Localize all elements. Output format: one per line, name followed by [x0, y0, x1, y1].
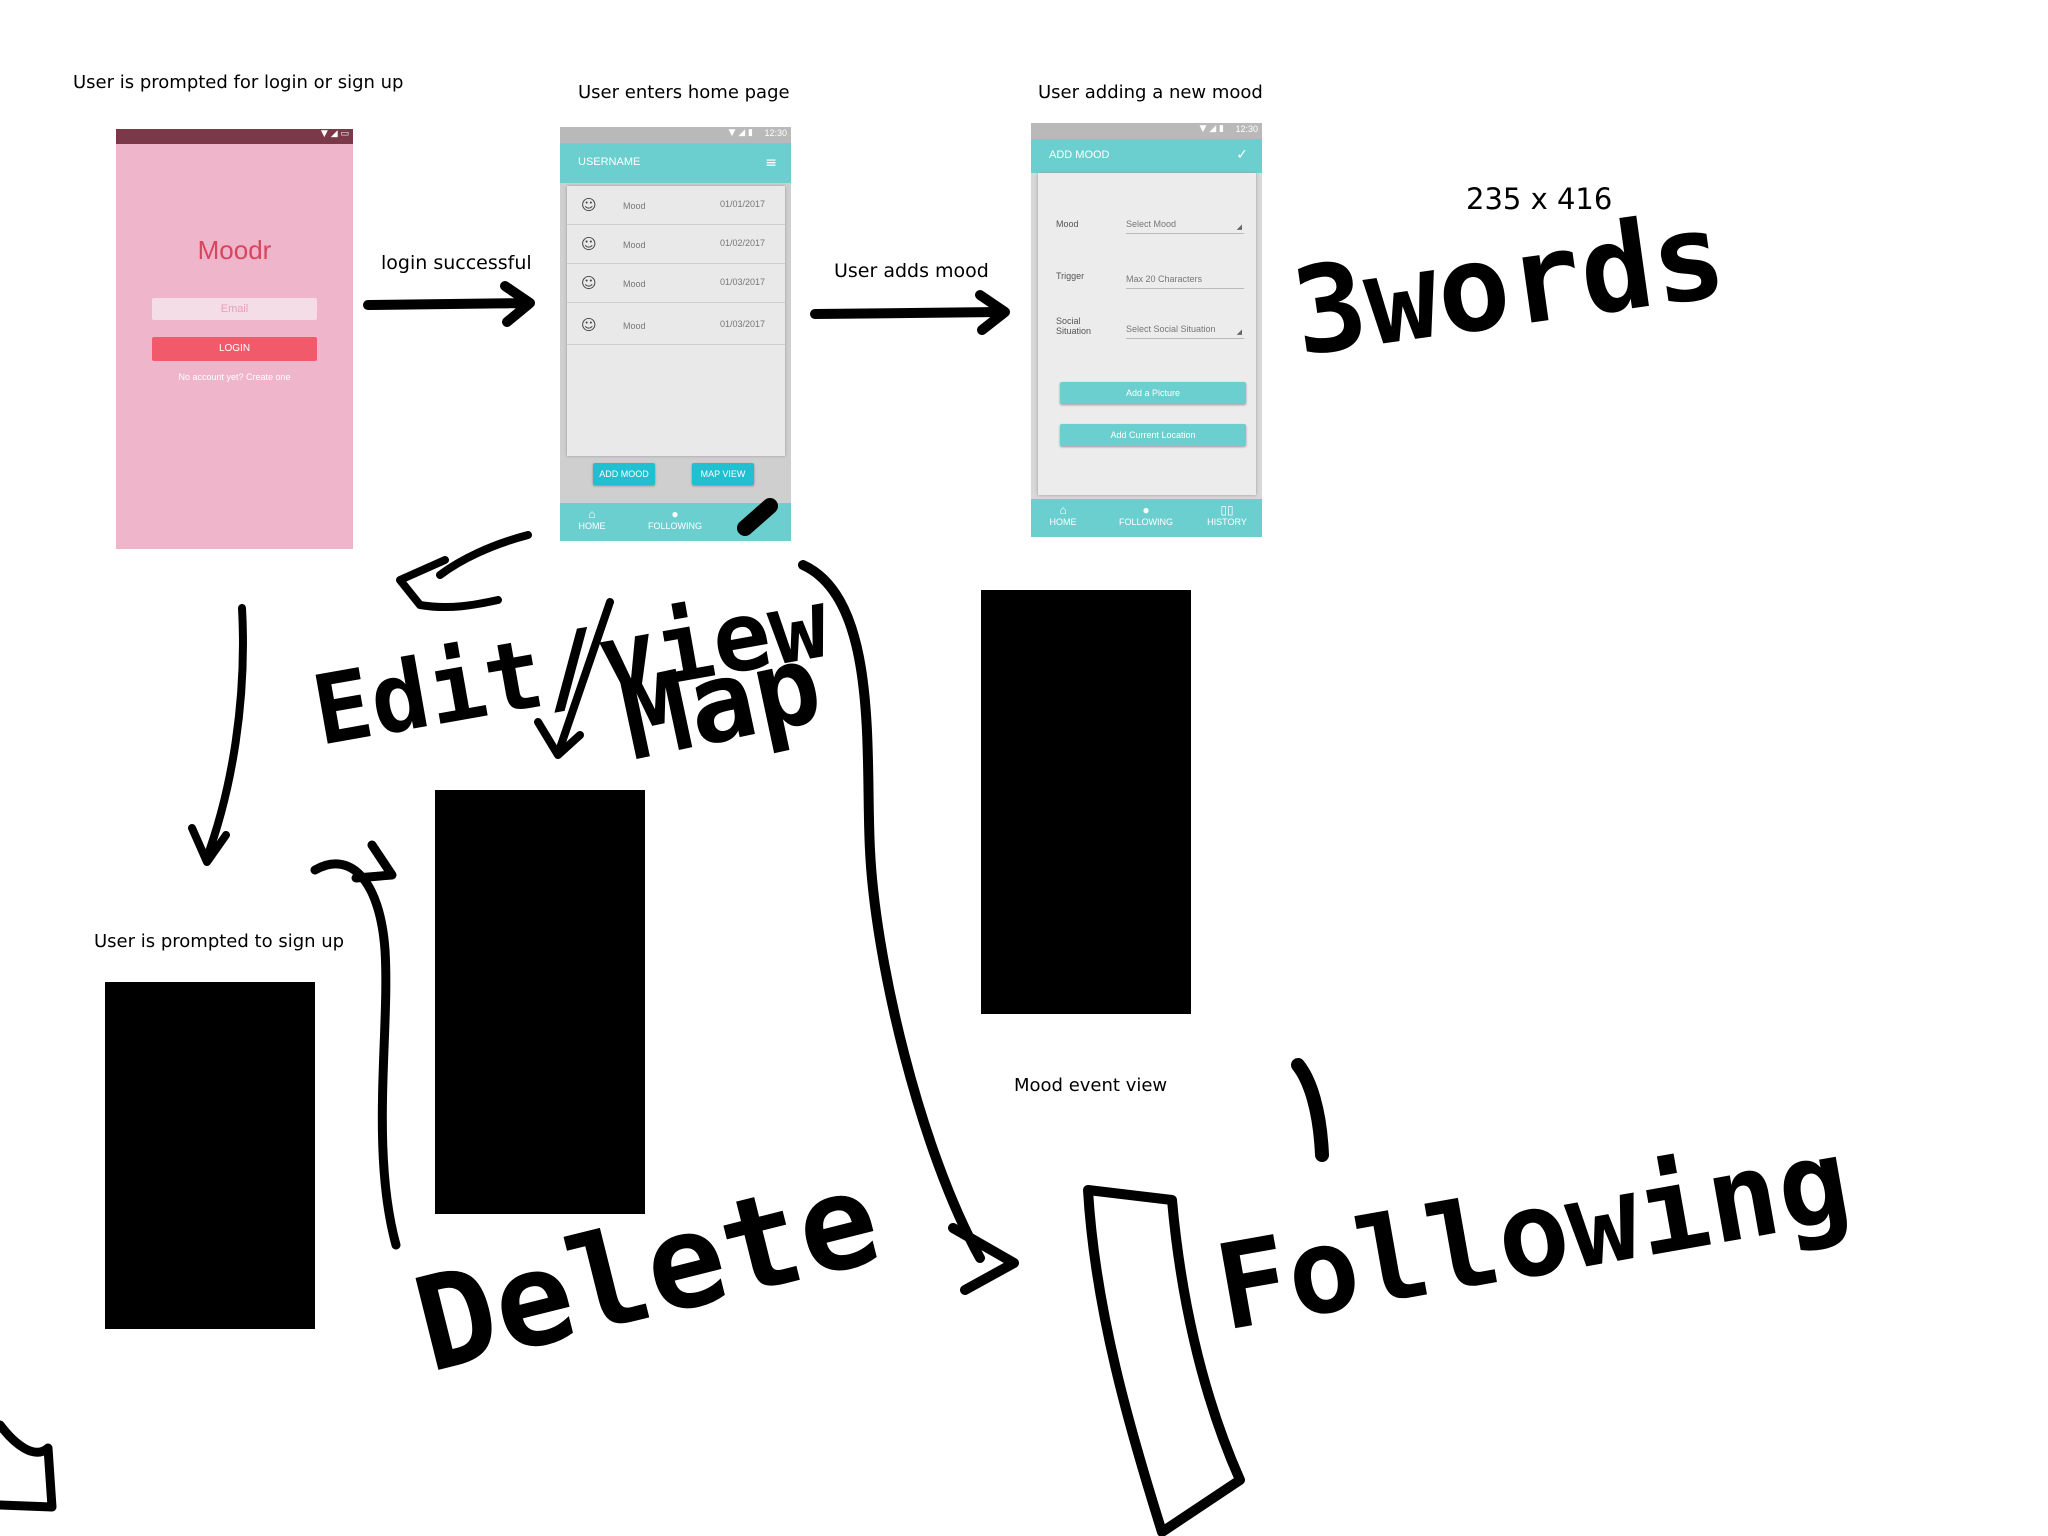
handwritten-following: Following [1206, 1111, 1860, 1358]
arrow-delete-to-edit [310, 840, 401, 1250]
handwritten-annotations: 3words Edit/view Map Delete Following [0, 186, 1860, 1536]
scribble-mark [1291, 1058, 1329, 1162]
partial-arrow-bottom-left [0, 1420, 57, 1512]
arrow-login-to-home [363, 281, 535, 327]
arrow-back-to-home [396, 531, 532, 612]
arrow-login-to-signup [188, 604, 247, 866]
arrow-home-to-add-mood [810, 290, 1010, 335]
handwritten-3words: 3words [1285, 186, 1734, 384]
scribble-mark [737, 498, 778, 536]
handwritten-delete: Delete [401, 1141, 893, 1402]
